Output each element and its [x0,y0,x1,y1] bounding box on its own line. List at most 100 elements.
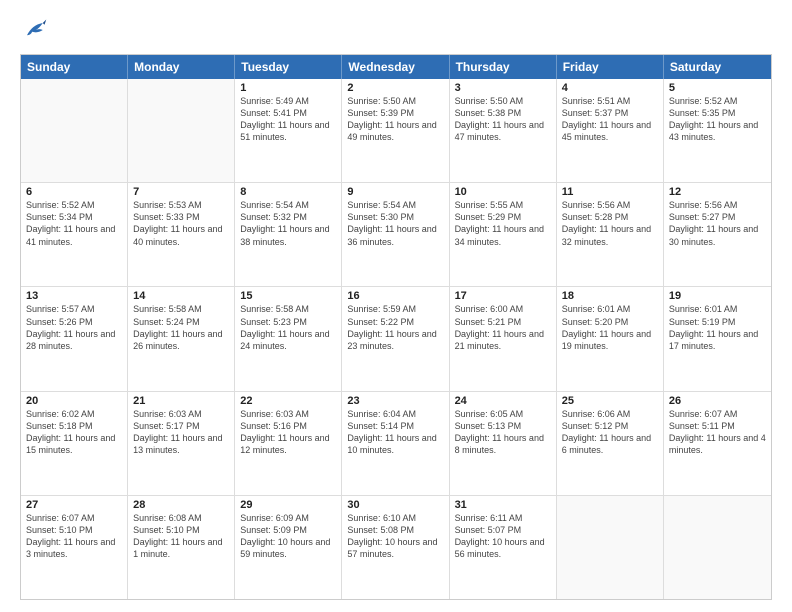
cell-details: Sunrise: 6:03 AM Sunset: 5:16 PM Dayligh… [240,408,336,457]
day-number: 13 [26,290,122,302]
calendar-cell: 25Sunrise: 6:06 AM Sunset: 5:12 PM Dayli… [557,392,664,495]
calendar-cell: 4Sunrise: 5:51 AM Sunset: 5:37 PM Daylig… [557,79,664,182]
day-number: 23 [347,395,443,407]
calendar-body: 1Sunrise: 5:49 AM Sunset: 5:41 PM Daylig… [21,79,771,599]
day-number: 4 [562,82,658,94]
cell-details: Sunrise: 6:01 AM Sunset: 5:20 PM Dayligh… [562,303,658,352]
day-number: 17 [455,290,551,302]
cell-details: Sunrise: 6:07 AM Sunset: 5:11 PM Dayligh… [669,408,766,457]
calendar-header-day: Monday [128,55,235,79]
calendar-cell: 24Sunrise: 6:05 AM Sunset: 5:13 PM Dayli… [450,392,557,495]
cell-details: Sunrise: 5:58 AM Sunset: 5:23 PM Dayligh… [240,303,336,352]
day-number: 29 [240,499,336,511]
calendar-header-day: Sunday [21,55,128,79]
calendar-cell: 14Sunrise: 5:58 AM Sunset: 5:24 PM Dayli… [128,287,235,390]
calendar-cell: 31Sunrise: 6:11 AM Sunset: 5:07 PM Dayli… [450,496,557,599]
day-number: 27 [26,499,122,511]
header [20,16,772,44]
calendar-cell: 27Sunrise: 6:07 AM Sunset: 5:10 PM Dayli… [21,496,128,599]
cell-details: Sunrise: 6:04 AM Sunset: 5:14 PM Dayligh… [347,408,443,457]
day-number: 12 [669,186,766,198]
calendar: SundayMondayTuesdayWednesdayThursdayFrid… [20,54,772,600]
day-number: 31 [455,499,551,511]
calendar-cell: 3Sunrise: 5:50 AM Sunset: 5:38 PM Daylig… [450,79,557,182]
day-number: 2 [347,82,443,94]
calendar-cell: 10Sunrise: 5:55 AM Sunset: 5:29 PM Dayli… [450,183,557,286]
calendar-cell: 28Sunrise: 6:08 AM Sunset: 5:10 PM Dayli… [128,496,235,599]
day-number: 8 [240,186,336,198]
day-number: 18 [562,290,658,302]
cell-details: Sunrise: 5:50 AM Sunset: 5:39 PM Dayligh… [347,95,443,144]
cell-details: Sunrise: 5:53 AM Sunset: 5:33 PM Dayligh… [133,199,229,248]
cell-details: Sunrise: 5:57 AM Sunset: 5:26 PM Dayligh… [26,303,122,352]
calendar-cell: 6Sunrise: 5:52 AM Sunset: 5:34 PM Daylig… [21,183,128,286]
cell-details: Sunrise: 5:58 AM Sunset: 5:24 PM Dayligh… [133,303,229,352]
calendar-cell: 30Sunrise: 6:10 AM Sunset: 5:08 PM Dayli… [342,496,449,599]
calendar-cell: 2Sunrise: 5:50 AM Sunset: 5:39 PM Daylig… [342,79,449,182]
cell-details: Sunrise: 6:05 AM Sunset: 5:13 PM Dayligh… [455,408,551,457]
calendar-cell: 20Sunrise: 6:02 AM Sunset: 5:18 PM Dayli… [21,392,128,495]
calendar-cell [664,496,771,599]
calendar-cell: 11Sunrise: 5:56 AM Sunset: 5:28 PM Dayli… [557,183,664,286]
cell-details: Sunrise: 6:11 AM Sunset: 5:07 PM Dayligh… [455,512,551,561]
calendar-cell: 8Sunrise: 5:54 AM Sunset: 5:32 PM Daylig… [235,183,342,286]
calendar-cell: 18Sunrise: 6:01 AM Sunset: 5:20 PM Dayli… [557,287,664,390]
calendar-cell: 17Sunrise: 6:00 AM Sunset: 5:21 PM Dayli… [450,287,557,390]
calendar-cell: 19Sunrise: 6:01 AM Sunset: 5:19 PM Dayli… [664,287,771,390]
logo-icon [20,16,48,44]
calendar-row: 27Sunrise: 6:07 AM Sunset: 5:10 PM Dayli… [21,496,771,599]
day-number: 20 [26,395,122,407]
calendar-cell [557,496,664,599]
calendar-cell: 13Sunrise: 5:57 AM Sunset: 5:26 PM Dayli… [21,287,128,390]
day-number: 28 [133,499,229,511]
cell-details: Sunrise: 5:52 AM Sunset: 5:34 PM Dayligh… [26,199,122,248]
calendar-header-day: Wednesday [342,55,449,79]
day-number: 9 [347,186,443,198]
calendar-cell: 26Sunrise: 6:07 AM Sunset: 5:11 PM Dayli… [664,392,771,495]
day-number: 3 [455,82,551,94]
calendar-header-day: Thursday [450,55,557,79]
cell-details: Sunrise: 6:02 AM Sunset: 5:18 PM Dayligh… [26,408,122,457]
cell-details: Sunrise: 6:06 AM Sunset: 5:12 PM Dayligh… [562,408,658,457]
day-number: 26 [669,395,766,407]
calendar-cell: 5Sunrise: 5:52 AM Sunset: 5:35 PM Daylig… [664,79,771,182]
cell-details: Sunrise: 6:09 AM Sunset: 5:09 PM Dayligh… [240,512,336,561]
page: SundayMondayTuesdayWednesdayThursdayFrid… [0,0,792,612]
calendar-cell [128,79,235,182]
day-number: 30 [347,499,443,511]
cell-details: Sunrise: 6:03 AM Sunset: 5:17 PM Dayligh… [133,408,229,457]
calendar-cell: 15Sunrise: 5:58 AM Sunset: 5:23 PM Dayli… [235,287,342,390]
calendar-row: 1Sunrise: 5:49 AM Sunset: 5:41 PM Daylig… [21,79,771,183]
cell-details: Sunrise: 5:56 AM Sunset: 5:27 PM Dayligh… [669,199,766,248]
day-number: 21 [133,395,229,407]
calendar-cell: 23Sunrise: 6:04 AM Sunset: 5:14 PM Dayli… [342,392,449,495]
calendar-header-day: Tuesday [235,55,342,79]
cell-details: Sunrise: 5:59 AM Sunset: 5:22 PM Dayligh… [347,303,443,352]
cell-details: Sunrise: 5:51 AM Sunset: 5:37 PM Dayligh… [562,95,658,144]
day-number: 5 [669,82,766,94]
cell-details: Sunrise: 5:55 AM Sunset: 5:29 PM Dayligh… [455,199,551,248]
cell-details: Sunrise: 6:10 AM Sunset: 5:08 PM Dayligh… [347,512,443,561]
day-number: 25 [562,395,658,407]
calendar-cell: 7Sunrise: 5:53 AM Sunset: 5:33 PM Daylig… [128,183,235,286]
cell-details: Sunrise: 5:54 AM Sunset: 5:32 PM Dayligh… [240,199,336,248]
calendar-header-day: Friday [557,55,664,79]
calendar-row: 13Sunrise: 5:57 AM Sunset: 5:26 PM Dayli… [21,287,771,391]
cell-details: Sunrise: 6:01 AM Sunset: 5:19 PM Dayligh… [669,303,766,352]
day-number: 11 [562,186,658,198]
cell-details: Sunrise: 5:54 AM Sunset: 5:30 PM Dayligh… [347,199,443,248]
day-number: 22 [240,395,336,407]
calendar-cell: 21Sunrise: 6:03 AM Sunset: 5:17 PM Dayli… [128,392,235,495]
day-number: 24 [455,395,551,407]
day-number: 15 [240,290,336,302]
cell-details: Sunrise: 5:50 AM Sunset: 5:38 PM Dayligh… [455,95,551,144]
calendar-cell: 9Sunrise: 5:54 AM Sunset: 5:30 PM Daylig… [342,183,449,286]
day-number: 6 [26,186,122,198]
cell-details: Sunrise: 5:49 AM Sunset: 5:41 PM Dayligh… [240,95,336,144]
cell-details: Sunrise: 6:08 AM Sunset: 5:10 PM Dayligh… [133,512,229,561]
calendar-header: SundayMondayTuesdayWednesdayThursdayFrid… [21,55,771,79]
calendar-cell [21,79,128,182]
calendar-cell: 1Sunrise: 5:49 AM Sunset: 5:41 PM Daylig… [235,79,342,182]
logo [20,16,52,44]
day-number: 10 [455,186,551,198]
